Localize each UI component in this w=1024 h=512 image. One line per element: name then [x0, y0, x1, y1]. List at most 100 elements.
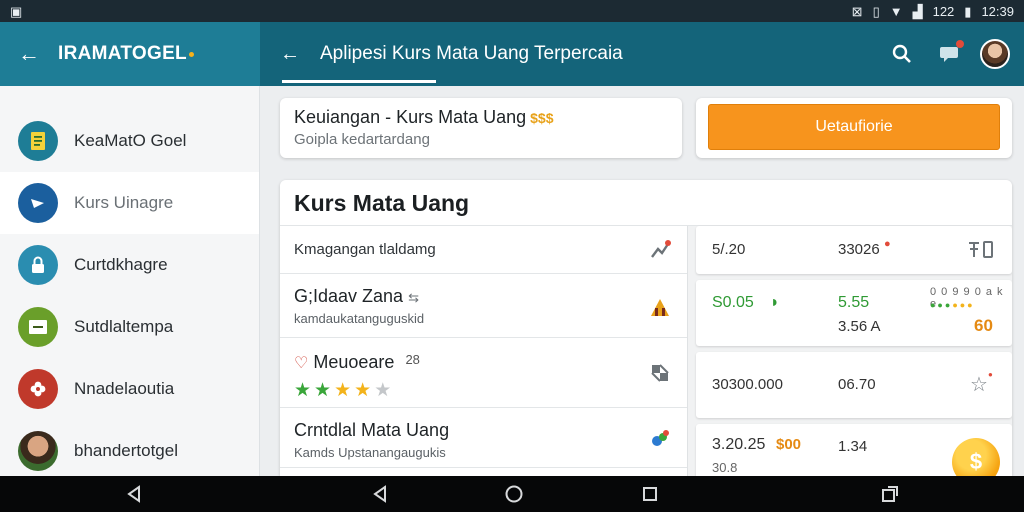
nav-back-icon[interactable]: [360, 476, 400, 512]
tab-indicator: [282, 80, 436, 83]
calculator-icon: [966, 239, 996, 263]
rating-stars: ★★★★★: [294, 379, 673, 402]
list-item-title: G;Idaav Zana: [294, 286, 404, 306]
trend-leaf-icon: ◗: [770, 294, 780, 311]
drawer-item-1[interactable]: Kurs Uinagre: [0, 172, 259, 234]
rates-card-title: Kurs Mata Uang: [280, 180, 1012, 226]
drawer-item-3[interactable]: Sutdlaltempa: [0, 296, 259, 358]
rate-value: 06.70: [838, 376, 876, 393]
rate-value: 3.20.25: [712, 436, 766, 453]
notification-dot: [956, 40, 964, 48]
star-icon: ★: [314, 380, 335, 401]
main-content: Keuiangan - Kurs Mata Uang $$$ Goipla ked…: [260, 86, 1024, 476]
rate-value: 3.56 A: [838, 318, 881, 335]
drawer-item-label: Kurs Uinagre: [74, 193, 174, 212]
list-item-subtitle: Kamds Upstanangaugukis: [294, 445, 446, 460]
drawer-item-2[interactable]: Curtdkhagre: [0, 234, 259, 296]
location-pin-icon: ♡: [294, 355, 309, 372]
lock-icon: [18, 245, 58, 285]
rates-card: Kurs Mata Uang Kmagangan tlaldamg G;Idaa…: [280, 180, 1012, 476]
drawer-item-label: Sutdlaltempa: [74, 317, 174, 336]
brand-dot-icon: [188, 51, 194, 57]
list-item[interactable]: G;Idaav Zana ⇆ kamdaukatanguguskid: [280, 274, 687, 338]
back-arrow-icon[interactable]: ←: [0, 41, 58, 67]
alert-dot-icon: ●: [988, 370, 993, 379]
user-avatar: [18, 431, 58, 471]
chart-up-icon: [647, 237, 673, 263]
rate-row[interactable]: 3.20.25 $00 1.34 30.8 $: [696, 424, 1012, 476]
signal-icon: ▟: [912, 3, 923, 19]
chart-icon: [18, 307, 58, 347]
primary-action-button[interactable]: Uetaufiorie: [708, 104, 1000, 150]
rates-panel: 5/.20 33026 ● S0.05 ◗ 5.55 3.56 A 0 0 9 …: [696, 226, 1012, 476]
rate-value: 33026: [838, 241, 880, 258]
status-bar: ▣ ⊠ ▯ ▼ ▟ 122 ▮ 12:39: [0, 0, 1024, 22]
rate-value: S0.05: [712, 294, 754, 311]
drawer-item-label: Curtdkhagre: [74, 255, 168, 274]
list-item[interactable]: Crntdlal Mata Uang Kamds Upstanangauguki…: [280, 408, 687, 468]
rate-badge: $00: [776, 436, 802, 453]
rate-row[interactable]: 5/.20 33026 ●: [696, 226, 1012, 274]
nav-home-icon[interactable]: [494, 476, 534, 512]
header-title: Keuiangan - Kurs Mata Uang: [294, 107, 527, 127]
toolbar-back-icon[interactable]: ←: [260, 43, 320, 66]
grid-icon: [647, 360, 673, 386]
signal-text: 122: [932, 3, 955, 19]
vibrate-icon: ▯: [872, 3, 880, 19]
toolbar: ← Aplipesi Kurs Mata Uang Terpercaia: [260, 22, 1024, 86]
navigation-drawer: KeaMatO Goel Kurs Uinagre Curtdkhagre Su…: [0, 86, 260, 476]
drawer-header: ← IRAMATOGEL: [0, 22, 260, 86]
currency-icon: [18, 183, 58, 223]
nav-back-left-icon[interactable]: [114, 476, 154, 512]
list-item-title: Kmagangan tlaldamg: [294, 241, 436, 258]
flower-icon: [18, 369, 58, 409]
rate-row[interactable]: S0.05 ◗ 5.55 3.56 A 0 0 9 9 0 a k e ●●●●…: [696, 280, 1012, 346]
clock: 12:39: [981, 3, 1014, 19]
rating-dots: ●●●●●●: [930, 300, 975, 310]
list-item-count: 28: [405, 352, 420, 367]
rate-value: 5.55: [838, 294, 870, 311]
globe-dots-icon: [647, 426, 673, 452]
header-card: Keuiangan - Kurs Mata Uang $$$ Goipla ked…: [280, 98, 682, 158]
drawer-item-label: Nnadelaoutia: [74, 379, 175, 398]
screenshot-icon: ▣: [10, 3, 23, 19]
list-item[interactable]: ♡ Meuoeare 28 ★★★★★: [280, 338, 687, 408]
rate-value: 1.34: [838, 438, 868, 455]
no-sim-icon: ⊠: [851, 3, 863, 19]
favorite-star-icon[interactable]: ☆: [970, 372, 988, 397]
nav-rotate-icon[interactable]: [870, 476, 910, 512]
nav-recents-icon[interactable]: [630, 476, 670, 512]
header-subtitle: Goipla kedartardang: [294, 131, 430, 148]
drawer-item-4[interactable]: Nnadelaoutia: [0, 358, 259, 420]
rate-value: 5/.20: [712, 241, 746, 258]
coin-icon[interactable]: $: [952, 438, 1000, 476]
drawer-item-label: bhandertotgel: [74, 441, 178, 460]
notification-button[interactable]: [926, 30, 974, 78]
rate-value: 30300.000: [712, 376, 783, 393]
drawer-item-5[interactable]: bhandertotgel: [0, 420, 259, 482]
cta-card: Uetaufiorie: [696, 98, 1012, 158]
alert-dot-icon: ●: [884, 238, 891, 250]
app-bar: ← IRAMATOGEL ← Aplipesi Kurs Mata Uang T…: [0, 22, 1024, 86]
wifi-icon: ▼: [889, 3, 903, 19]
battery-icon: ▮: [964, 3, 972, 19]
star-icon: ★: [374, 380, 395, 401]
profile-avatar[interactable]: [980, 39, 1010, 69]
building-icon: [647, 294, 673, 320]
money-badge: $$$: [530, 110, 554, 126]
list-item-title: Crntdlal Mata Uang: [294, 420, 450, 440]
rate-row[interactable]: 30300.000 06.70 ☆ ●: [696, 352, 1012, 418]
list-item[interactable]: Kmagangan tlaldamg: [280, 226, 687, 274]
star-icon: ★: [354, 380, 375, 401]
currency-list: Kmagangan tlaldamg G;Idaav Zana ⇆ kamdau…: [280, 226, 688, 476]
list-item-title: Meuoeare: [313, 352, 395, 372]
rate-value: 30.8: [712, 460, 738, 475]
star-icon: ★: [294, 380, 315, 401]
arrows-icon: ⇆: [408, 290, 419, 305]
drawer-item-0[interactable]: KeaMatO Goel: [0, 110, 259, 172]
system-nav-bar: [0, 476, 1024, 512]
rate-value: 60: [974, 316, 993, 335]
list-item-subtitle: kamdaukatanguguskid: [294, 311, 425, 326]
star-icon: ★: [334, 380, 355, 401]
search-icon[interactable]: [878, 30, 926, 78]
